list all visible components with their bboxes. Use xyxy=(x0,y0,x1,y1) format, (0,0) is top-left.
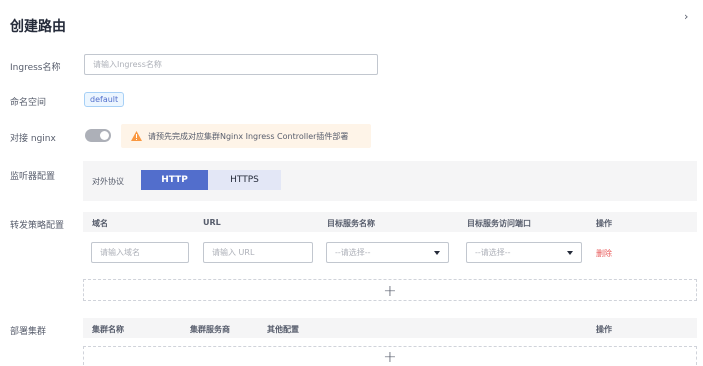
service-select[interactable]: --请选择-- xyxy=(326,242,449,263)
ingress-name-placeholder: 请输入Ingress名称 xyxy=(93,60,162,69)
nginx-warning: 请预先完成对应集群Nginx Ingress Controller插件部署 xyxy=(121,124,371,148)
protocol-label: 对外协议 xyxy=(92,177,124,186)
page-title: 创建路由 xyxy=(10,19,66,35)
col-domain: 域名 xyxy=(92,219,108,228)
namespace-tag: default xyxy=(84,92,125,107)
col-service-name: 目标服务名称 xyxy=(327,219,375,228)
warning-icon xyxy=(131,131,142,141)
add-cluster-button[interactable]: + xyxy=(83,346,697,366)
ingress-name-label: Ingress名称 xyxy=(10,63,61,73)
col-operation: 操作 xyxy=(596,219,612,228)
deploy-cluster-label: 部署集群 xyxy=(10,327,47,337)
protocol-http-button[interactable]: HTTP xyxy=(141,170,208,190)
col-cluster-name: 集群名称 xyxy=(92,325,124,334)
warning-text: 请预先完成对应集群Nginx Ingress Controller插件部署 xyxy=(148,131,349,141)
port-select-value: --请选择-- xyxy=(475,248,511,257)
ingress-name-input[interactable]: 请输入Ingress名称 xyxy=(84,54,378,75)
plus-icon: + xyxy=(383,346,397,366)
service-select-value: --请选择-- xyxy=(335,248,371,257)
protocol-https-button[interactable]: HTTPS xyxy=(208,170,281,190)
domain-input[interactable]: 请输入域名 xyxy=(91,242,189,263)
listener-label: 监听器配置 xyxy=(10,172,56,182)
col-other-config: 其他配置 xyxy=(267,325,299,334)
nginx-label: 对接 nginx xyxy=(10,134,56,144)
namespace-label: 命名空间 xyxy=(10,98,47,108)
add-forwarding-rule-button[interactable]: + xyxy=(83,279,697,301)
plus-icon: + xyxy=(383,280,397,300)
col-cluster-provider: 集群服务商 xyxy=(190,325,230,334)
nginx-toggle[interactable] xyxy=(85,129,111,142)
port-select[interactable]: --请选择-- xyxy=(466,242,582,263)
url-input[interactable]: 请输入 URL xyxy=(203,242,313,263)
forwarding-label: 转发策略配置 xyxy=(10,221,65,231)
col-service-port: 目标服务访问端口 xyxy=(467,219,531,228)
toggle-knob xyxy=(100,131,109,140)
col-url: URL xyxy=(203,218,221,227)
domain-placeholder: 请输入域名 xyxy=(100,248,140,257)
chevron-right-icon[interactable]: › xyxy=(684,10,688,23)
chevron-down-icon xyxy=(434,250,440,255)
url-placeholder: 请输入 URL xyxy=(212,248,255,257)
delete-link[interactable]: 删除 xyxy=(596,248,612,259)
col-cluster-operation: 操作 xyxy=(596,325,612,334)
chevron-down-icon xyxy=(567,250,573,255)
